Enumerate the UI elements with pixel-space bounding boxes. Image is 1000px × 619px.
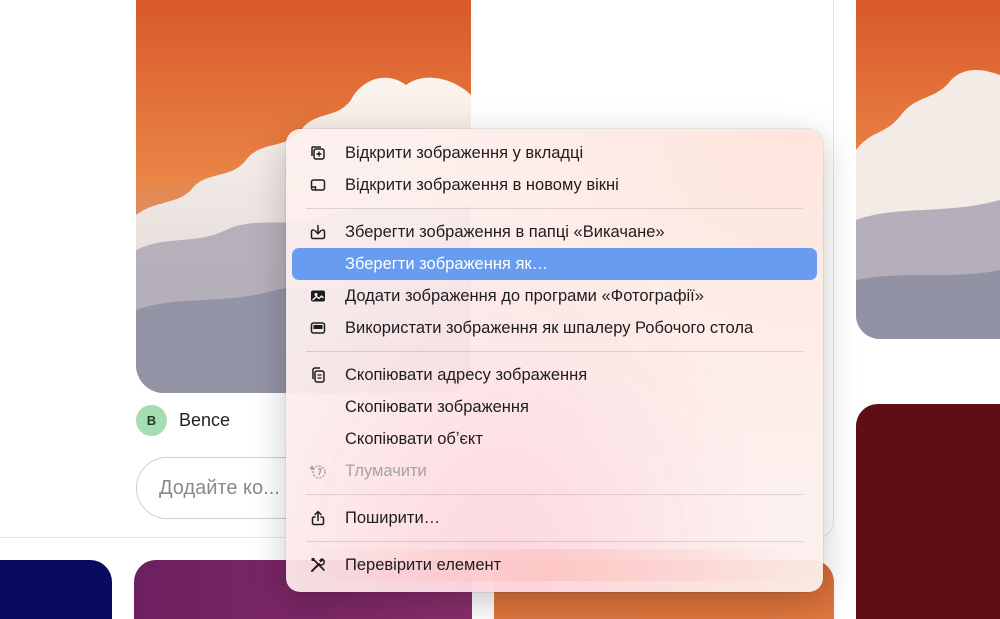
menu-item-4-0[interactable]: Перевірити елемент (292, 549, 817, 581)
menu-item-label: Скопіювати обʼєкт (345, 429, 483, 448)
download-icon (309, 223, 327, 241)
menu-item-label: Використати зображення як шпалеру Робочо… (345, 318, 754, 337)
translate-icon (309, 462, 327, 480)
menu-item-label: Скопіювати адресу зображення (345, 365, 588, 384)
grid-pin-tile[interactable] (856, 404, 1000, 619)
menu-item-1-1[interactable]: Зберегти зображення як… (292, 248, 817, 280)
menu-item-1-2[interactable]: Додати зображення до програми «Фотографі… (292, 280, 817, 312)
author-name[interactable]: Bence (179, 410, 230, 431)
menu-item-label: Поширити… (345, 508, 441, 527)
menu-item-label: Зберегти зображення в папці «Викачане» (345, 222, 665, 241)
inspect-tools-icon (309, 556, 327, 574)
share-icon (309, 509, 327, 527)
menu-item-label: Перевірити елемент (345, 555, 502, 574)
menu-item-1-3[interactable]: Використати зображення як шпалеру Робочо… (292, 312, 817, 344)
menu-item-0-0[interactable]: Відкрити зображення у вкладці (292, 137, 817, 169)
photos-icon (309, 287, 327, 305)
image-context-menu: Відкрити зображення у вкладці Відкрити зо… (286, 129, 823, 592)
menu-separator (306, 208, 803, 209)
menu-item-label: Зберегти зображення як… (345, 254, 549, 273)
menu-item-2-3: Тлумачити (292, 455, 817, 487)
menu-item-label: Тлумачити (345, 461, 427, 480)
menu-item-3-0[interactable]: Поширити… (292, 502, 817, 534)
related-pin-image[interactable] (856, 0, 1000, 339)
menu-item-0-1[interactable]: Відкрити зображення в новому вікні (292, 169, 817, 201)
menu-item-label: Скопіювати зображення (345, 397, 529, 416)
menu-item-label: Додати зображення до програми «Фотографі… (345, 286, 704, 305)
menu-item-1-0[interactable]: Зберегти зображення в папці «Викачане» (292, 216, 817, 248)
menu-separator (306, 494, 803, 495)
avatar[interactable]: B (136, 405, 167, 436)
grid-pin-tile[interactable] (0, 560, 112, 619)
menu-item-2-1[interactable]: Скопіювати зображення (292, 391, 817, 423)
menu-item-2-0[interactable]: Скопіювати адресу зображення (292, 359, 817, 391)
menu-item-label: Відкрити зображення в новому вікні (345, 175, 619, 194)
open-in-window-icon (309, 176, 327, 194)
menu-separator (306, 351, 803, 352)
desktop-icon (309, 319, 327, 337)
menu-separator (306, 541, 803, 542)
menu-item-label: Відкрити зображення у вкладці (345, 143, 584, 162)
open-in-tab-icon (309, 144, 327, 162)
copy-icon (309, 366, 327, 384)
menu-item-2-2[interactable]: Скопіювати обʼєкт (292, 423, 817, 455)
